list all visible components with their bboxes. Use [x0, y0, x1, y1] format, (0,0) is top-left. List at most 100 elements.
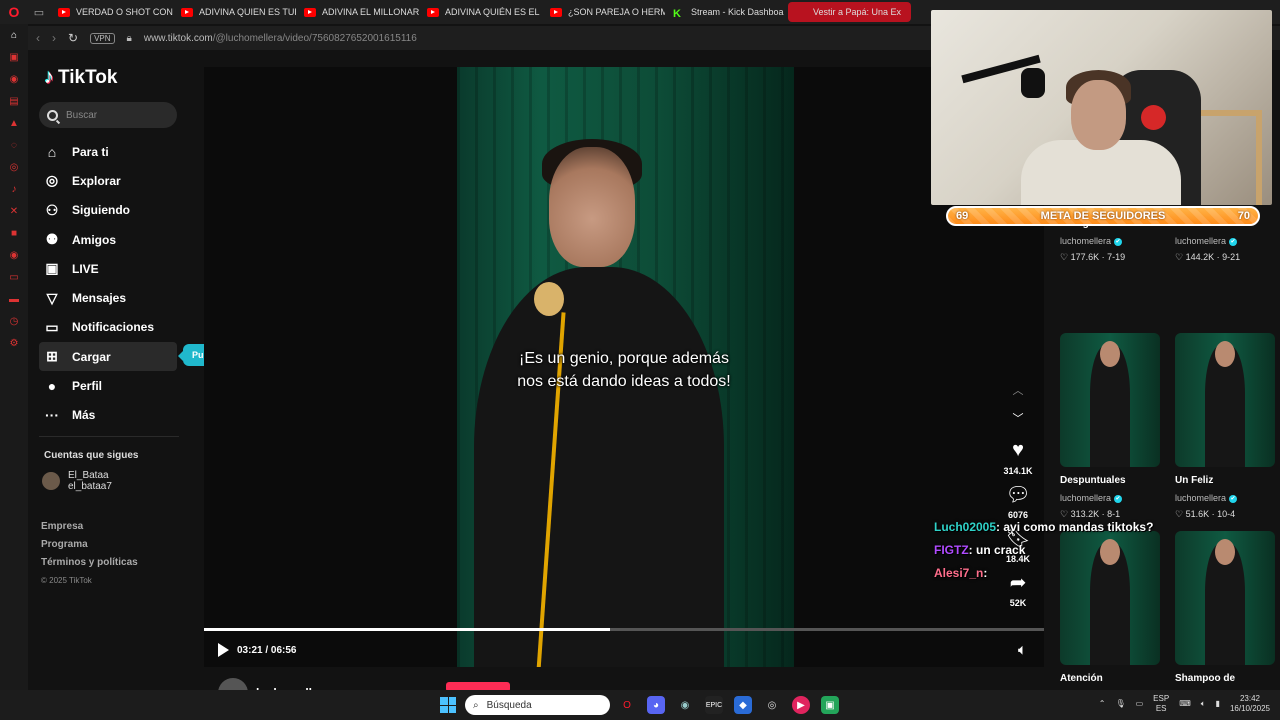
network-icon[interactable]: ▭ — [1136, 699, 1144, 709]
opera-taskbar-icon[interactable]: O — [618, 696, 636, 714]
sidebar-item-label: Amigos — [72, 232, 117, 247]
whatsapp-icon[interactable]: ◌ — [0, 134, 28, 156]
chevron-up-icon[interactable]: ⌃ — [1099, 699, 1106, 709]
volume-icon[interactable]: 🔈︎ — [1018, 642, 1026, 658]
sidebar-item-live[interactable]: ▣ LIVE — [39, 254, 177, 283]
back-icon[interactable]: ‹ — [36, 31, 40, 45]
sidebar-item-explorar[interactable]: ◎ Explorar — [39, 166, 177, 195]
chat-message: Alesi7_n: — [934, 566, 988, 580]
bluesky-icon[interactable]: ■ — [0, 222, 28, 244]
youtube-icon — [181, 7, 193, 17]
tiktok-sidebar-icon[interactable]: ♪ — [0, 178, 28, 200]
sidebar-item-siguiendo[interactable]: ⚇ Siguiendo — [39, 196, 177, 225]
following-handle: el_bataa7 — [68, 481, 112, 492]
sidebar-item-para-ti[interactable]: ⌂ Para ti — [39, 137, 177, 166]
media-player-icon[interactable]: ▶ — [792, 696, 810, 714]
goal-label: META DE SEGUIDORES — [1040, 210, 1166, 222]
sidebar-item-label: Notificaciones — [72, 320, 155, 335]
copyright: © 2025 TikTok — [41, 576, 92, 585]
opera-logo-icon[interactable]: O — [0, 0, 28, 24]
video-thumbnail — [1060, 333, 1160, 467]
video-card-stats: ♡ 177.6K · 7-19 — [1060, 252, 1126, 262]
app-icon[interactable]: ◆ — [734, 696, 752, 714]
url-field[interactable]: www.tiktok.com/@luchomellera/video/75608… — [144, 33, 417, 44]
epic-games-icon[interactable]: EPIC — [705, 696, 723, 714]
footer-link-programa[interactable]: Programa — [41, 536, 138, 554]
home-icon[interactable]: ⌂ — [0, 24, 28, 46]
windows-start-icon[interactable] — [440, 697, 456, 713]
sidebar-item-cargar[interactable]: ⊞ Cargar — [39, 342, 177, 372]
play-icon[interactable] — [218, 643, 229, 657]
microphone — [534, 282, 564, 316]
heart-icon[interactable]: ♥ — [1006, 438, 1030, 462]
discord-icon[interactable]: ◕ — [647, 696, 665, 714]
wallet-icon[interactable]: ▬ — [0, 288, 28, 310]
tiktok-logo[interactable]: ♪ TikTok — [44, 66, 117, 89]
sidebar-item-label: Más — [72, 408, 96, 423]
browser-tab[interactable]: VERDAD O SHOT CON F — [50, 2, 173, 22]
history-icon[interactable]: ◷ — [0, 310, 28, 332]
x-icon[interactable]: ✕ — [0, 200, 28, 222]
sidebar-item-label: Mensajes — [72, 291, 127, 306]
bookmark-icon[interactable]: ▣ — [0, 46, 28, 68]
video-card[interactable]: Shampoo de — [1175, 531, 1275, 684]
video-player[interactable]: ¡Es un genio, porque además nos está dan… — [204, 67, 1044, 667]
sidebar-item-m-s[interactable]: ··· Más — [39, 401, 177, 430]
progress-fill — [204, 628, 610, 631]
battery-icon[interactable]: ▮ — [1216, 699, 1220, 709]
sidebar-item-notificaciones[interactable]: ▭ Notificaciones — [39, 313, 177, 342]
browser-tab[interactable]: K Stream - Kick Dashboa — [665, 2, 788, 22]
taskbar-search[interactable]: ⌕ Búsqueda — [465, 695, 610, 715]
instagram-icon[interactable]: ◎ — [0, 156, 28, 178]
sidebar-item-amigos[interactable]: ⚉ Amigos — [39, 225, 177, 254]
browser-tab[interactable]: ADIVINA QUIEN ES TUR — [173, 2, 296, 22]
obs-icon[interactable]: ◎ — [763, 696, 781, 714]
app2-icon[interactable]: ▣ — [821, 696, 839, 714]
footer-link-terminos[interactable]: Términos y políticas — [41, 554, 138, 572]
like-count: 314.1K — [1003, 466, 1033, 476]
upload-icon: ⊞ — [46, 348, 58, 365]
browser-tab[interactable]: ADIVINA QUIÉN ES EL C — [419, 2, 542, 22]
live-icon: ▣ — [45, 260, 59, 277]
video-progress-bar[interactable] — [204, 628, 1044, 631]
chevron-down-icon[interactable]: ﹀ — [998, 410, 1038, 426]
language-indicator[interactable]: ESP ES — [1153, 694, 1169, 714]
messenger-icon[interactable]: ◉ — [0, 68, 28, 90]
notifications-icon: ▭ — [45, 318, 59, 335]
video-thumbnail — [1175, 333, 1275, 467]
clock[interactable]: 23:42 16/10/2025 — [1230, 694, 1270, 714]
video-card-stats: ♡ 144.2K · 9-21 — [1175, 252, 1241, 262]
microphone-icon[interactable]: 🎙︎ — [1115, 699, 1125, 709]
comment-icon[interactable]: 💬︎ — [1005, 482, 1030, 506]
browser-tab[interactable]: ¿SON PAREJA O HERMA — [542, 2, 665, 22]
goal-target: 70 — [1237, 210, 1250, 222]
volume-icon[interactable]: 🔈︎ — [1201, 699, 1206, 709]
search-input[interactable]: Buscar — [39, 102, 177, 128]
music-icon[interactable]: ◉ — [0, 244, 28, 266]
video-card-author: luchomellera — [1175, 236, 1275, 246]
settings-icon[interactable]: ⚙ — [0, 332, 28, 354]
vpn-badge[interactable]: VPN — [90, 32, 115, 44]
share-count: 52K — [1009, 598, 1027, 608]
aria-icon[interactable]: ▲ — [0, 112, 28, 134]
network-status-icon[interactable]: ⌨ — [1179, 699, 1191, 709]
chat-message: Luch02005: avi como mandas tiktoks? — [934, 520, 1154, 534]
video-card[interactable]: Un Feliz luchomellera ♡ 51.6K · 10-4 — [1175, 333, 1275, 520]
tab-grid-icon[interactable]: ▭ — [28, 6, 50, 19]
sidebar-item-perfil[interactable]: ● Perfil — [39, 371, 177, 400]
video-card[interactable]: Despuntuales luchomellera ♡ 313.2K · 8-1 — [1060, 333, 1160, 520]
chevron-up-icon[interactable]: ︿ — [998, 382, 1038, 398]
tiktok-note-icon: ♪ — [44, 66, 54, 88]
opera-sidebar: ⌂ ▣ ◉ ▤ ▲ ◌ ◎ ♪ ✕ ■ ◉ ▭ ▬ ◷ ⚙ — [0, 24, 28, 720]
footer-link-empresa[interactable]: Empresa — [41, 518, 138, 536]
browser-tab-active[interactable]: Vestir a Papá: Una Ex — [788, 2, 911, 22]
browser-tab[interactable]: ADIVINA EL MILLONARI — [296, 2, 419, 22]
sidebar-item-mensajes[interactable]: ▽ Mensajes — [39, 283, 177, 312]
pinboard-icon[interactable]: ▭ — [0, 266, 28, 288]
steam-icon[interactable]: ◉ — [676, 696, 694, 714]
reload-icon[interactable]: ↻ — [68, 31, 78, 45]
following-account[interactable]: El_Bataa el_bataa7 — [42, 470, 112, 492]
video-card-title: Atención — [1060, 673, 1103, 684]
forward-icon[interactable]: › — [52, 31, 56, 45]
chat-icon[interactable]: ▤ — [0, 90, 28, 112]
